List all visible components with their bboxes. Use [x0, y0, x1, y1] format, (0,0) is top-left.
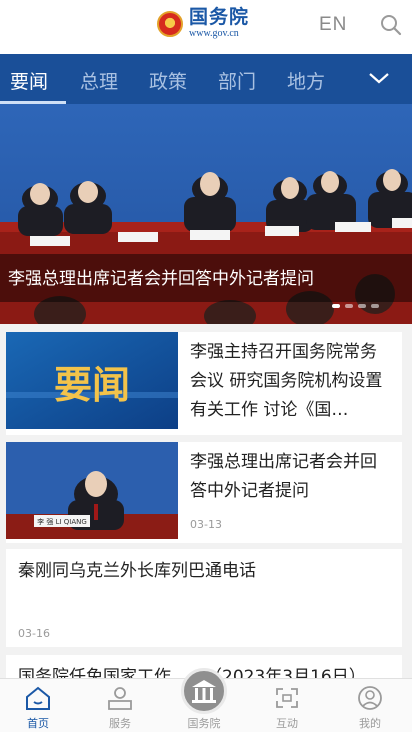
news-title: 李强主持召开国务院常务会议 研究国务院机构设置有关工作 讨论《国…	[190, 342, 383, 420]
news-card[interactable]: 秦刚同乌克兰外长库列巴通电话 03-16	[6, 549, 402, 647]
search-icon[interactable]	[379, 13, 403, 37]
national-emblem-icon	[157, 10, 183, 37]
interact-icon	[276, 688, 298, 708]
news-card[interactable]: 李 强 LI QIANG 李强总理出席记者会并回答中外记者提问 03-13	[6, 442, 402, 543]
hero-caption: 李强总理出席记者会并回答中外记者提问	[0, 254, 412, 302]
hero-banner[interactable]: 李强总理出席记者会并回答中外记者提问	[0, 104, 412, 324]
nav-profile[interactable]: 我的	[340, 685, 400, 731]
tab-headlines[interactable]: 要闻	[10, 67, 48, 94]
carousel-dot[interactable]	[332, 304, 340, 308]
language-switch-button[interactable]: EN	[319, 14, 347, 36]
site-name: 国务院	[189, 6, 250, 28]
site-logo[interactable]: 国务院 www.gov.cn	[157, 8, 249, 39]
thumbnail-label: 要闻	[54, 363, 130, 407]
nav-label: 服务	[109, 717, 131, 730]
nav-service[interactable]: 服务	[90, 685, 150, 731]
carousel-dot[interactable]	[358, 304, 366, 308]
chevron-down-icon[interactable]	[368, 69, 390, 87]
state-council-center-button[interactable]	[181, 668, 227, 714]
news-title: 李强总理出席记者会并回答中外记者提问	[190, 452, 377, 501]
site-url: www.gov.cn	[189, 28, 239, 39]
nav-label: 首页	[27, 717, 49, 730]
category-tabs: 要闻 总理 政策 部门 地方	[0, 54, 412, 104]
news-card[interactable]: 要闻 李强主持召开国务院常务会议 研究国务院机构设置有关工作 讨论《国…	[6, 332, 402, 435]
news-title: 秦刚同乌克兰外长库列巴通电话	[18, 561, 256, 581]
carousel-dot[interactable]	[345, 304, 353, 308]
nav-label: 互动	[276, 717, 298, 730]
nav-label: 我的	[359, 717, 381, 730]
top-bar: 国务院 www.gov.cn EN	[0, 0, 412, 54]
tab-departments[interactable]: 部门	[218, 67, 256, 94]
service-icon	[108, 687, 132, 710]
building-icon	[192, 680, 216, 703]
home-icon	[26, 686, 50, 710]
news-date: 03-16	[18, 627, 50, 640]
nav-label: 国务院	[187, 717, 221, 730]
news-thumbnail: 李 强 LI QIANG	[6, 442, 178, 539]
profile-icon	[358, 686, 382, 710]
nameplate-label: 李 强 LI QIANG	[37, 517, 87, 526]
nav-interact[interactable]: 互动	[257, 685, 317, 731]
news-thumbnail: 要闻	[6, 332, 178, 429]
tab-local[interactable]: 地方	[287, 67, 325, 94]
tab-policy[interactable]: 政策	[149, 67, 187, 94]
tab-premier[interactable]: 总理	[80, 67, 118, 94]
carousel-dot[interactable]	[371, 304, 379, 308]
carousel-indicator	[332, 304, 379, 308]
news-date: 03-13	[190, 518, 222, 531]
nav-home[interactable]: 首页	[8, 685, 68, 731]
